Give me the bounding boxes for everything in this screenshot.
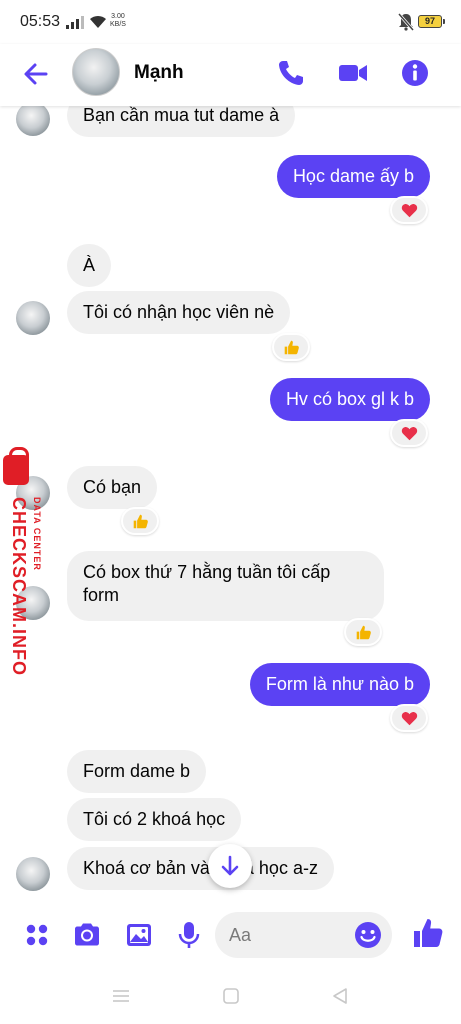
- scroll-to-bottom-button[interactable]: [208, 844, 252, 888]
- arrow-down-icon: [221, 855, 239, 876]
- reaction-badge[interactable]: [390, 419, 428, 447]
- watermark-text: CHECKSCAM.INFO: [9, 497, 29, 676]
- message-incoming[interactable]: Bạn cần mua tut dame à: [67, 106, 296, 137]
- thumbs-up-icon: [356, 625, 371, 639]
- net-speed-value: 3.00: [111, 13, 125, 20]
- message-incoming[interactable]: Có bạn: [67, 466, 158, 509]
- watermark-subtext: DATA CENTER: [32, 497, 42, 571]
- contact-avatar[interactable]: [72, 48, 120, 96]
- video-call-icon[interactable]: [338, 58, 368, 88]
- menu-dots-icon[interactable]: [22, 920, 52, 950]
- microphone-icon[interactable]: [174, 920, 204, 950]
- recent-apps-icon[interactable]: [111, 986, 131, 1006]
- thumbs-up-icon: [284, 340, 299, 354]
- system-nav-bar: [0, 968, 461, 1024]
- mute-bell-icon: [398, 13, 414, 31]
- message-outgoing[interactable]: Form là như nào b: [249, 663, 430, 706]
- reaction-badge[interactable]: [272, 333, 310, 361]
- message-input[interactable]: [229, 922, 349, 948]
- status-time: 05:53: [20, 13, 61, 30]
- info-icon[interactable]: [400, 58, 430, 88]
- network-speed: 3.00 KB/S: [110, 13, 126, 29]
- home-button-icon[interactable]: [221, 986, 241, 1006]
- message-incoming[interactable]: Form dame b: [67, 750, 207, 793]
- reaction-badge[interactable]: [390, 704, 428, 732]
- reaction-badge[interactable]: [344, 618, 382, 646]
- emoji-icon[interactable]: [354, 921, 382, 949]
- like-thumb-icon[interactable]: [412, 916, 444, 950]
- contact-name[interactable]: Mạnh: [134, 62, 184, 84]
- sender-avatar[interactable]: [16, 106, 50, 136]
- message-incoming[interactable]: Có box thứ 7 hằng tuần tôi cấp form: [67, 551, 384, 621]
- signal-icon: [66, 16, 84, 29]
- message-incoming[interactable]: À: [67, 244, 112, 287]
- heart-icon: [401, 711, 417, 725]
- sender-avatar[interactable]: [16, 857, 50, 891]
- reaction-badge[interactable]: [390, 196, 428, 224]
- chat-header: Mạnh: [0, 44, 461, 106]
- message-line: Có box thứ 7 hằng tuần tôi cấp: [83, 562, 331, 582]
- message-incoming[interactable]: Tôi có nhận học viên nè: [67, 291, 291, 334]
- heart-icon: [401, 203, 417, 217]
- camera-icon[interactable]: [72, 920, 102, 950]
- wifi-icon: [90, 15, 106, 28]
- phone-call-icon[interactable]: [276, 58, 306, 88]
- message-incoming[interactable]: Khoá cơ bản và khoá học a-z: [67, 847, 334, 890]
- message-list[interactable]: Bạn cần mua tut dame à Học dame ấy b À T…: [0, 106, 461, 902]
- message-outgoing[interactable]: Học dame ấy b: [276, 155, 430, 198]
- message-composer: [0, 902, 461, 968]
- reaction-badge[interactable]: [121, 507, 159, 535]
- message-incoming[interactable]: Tôi có 2 khoá học: [67, 798, 242, 841]
- thumbs-up-icon: [133, 514, 148, 528]
- gallery-icon[interactable]: [124, 920, 154, 950]
- message-input-box[interactable]: [215, 912, 392, 958]
- net-speed-unit: KB/S: [110, 21, 126, 28]
- message-line: form: [83, 585, 119, 605]
- heart-icon: [401, 426, 417, 440]
- lock-logo-icon: [3, 447, 29, 485]
- watermark: CHECKSCAM.INFO DATA CENTER: [0, 447, 44, 676]
- back-button-icon[interactable]: [330, 986, 350, 1006]
- back-arrow-icon[interactable]: [22, 60, 50, 88]
- battery-indicator: 97: [418, 15, 445, 28]
- message-outgoing[interactable]: Hv có box gl k b: [269, 378, 430, 421]
- status-bar: 05:53 3.00 KB/S 97: [0, 0, 461, 44]
- sender-avatar[interactable]: [16, 301, 50, 335]
